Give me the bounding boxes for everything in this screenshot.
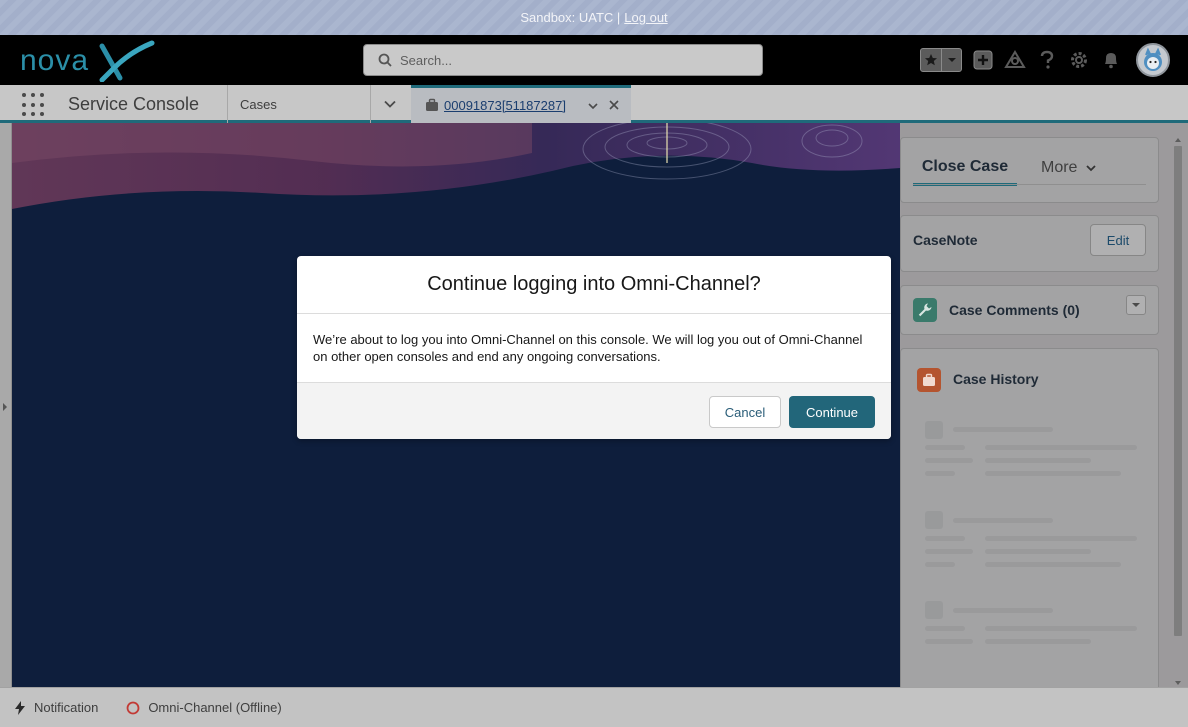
case-history-title: Case History — [953, 371, 1039, 387]
modal-footer: Cancel Continue — [297, 382, 891, 439]
bell-icon[interactable] — [1100, 49, 1122, 71]
tabs-divider — [913, 184, 1146, 185]
expand-arrow-icon[interactable] — [3, 403, 7, 411]
plus-icon[interactable] — [972, 49, 994, 71]
lightning-icon — [15, 700, 25, 715]
scrollbar-thumb[interactable] — [1174, 146, 1182, 636]
favorites-group — [920, 48, 962, 72]
modal-message: We’re about to log you into Omni-Channel… — [313, 332, 863, 364]
continue-button[interactable]: Continue — [789, 396, 875, 428]
cancel-button[interactable]: Cancel — [709, 396, 781, 428]
nav-divider — [370, 85, 371, 123]
omni-channel-label: Omni-Channel (Offline) — [148, 700, 282, 715]
logout-link[interactable]: Log out — [624, 10, 667, 25]
modal-header: Continue logging into Omni-Channel? — [297, 256, 891, 314]
svg-text:nova: nova — [20, 44, 89, 77]
left-collapse-strip[interactable] — [0, 123, 12, 687]
case-comments-card: Case Comments (0) — [900, 285, 1159, 335]
casenote-card: CaseNote Edit — [900, 215, 1159, 272]
chevron-down-icon[interactable] — [587, 99, 599, 117]
chevron-down-icon — [1086, 165, 1097, 172]
sandbox-label: Sandbox: UATC | — [520, 10, 621, 25]
tab-close-case[interactable]: Close Case — [913, 158, 1017, 186]
close-case-tabs-card: Close Case More — [900, 137, 1159, 203]
notification-label: Notification — [34, 700, 99, 715]
chevron-down-icon[interactable] — [383, 97, 397, 116]
panel-scrollbar[interactable] — [1172, 138, 1184, 685]
trailhead-icon[interactable] — [1004, 49, 1026, 71]
omni-channel-modal: Continue logging into Omni-Channel? We’r… — [297, 256, 891, 439]
global-header: nova Search... — [0, 35, 1188, 85]
offline-status-icon — [126, 701, 140, 714]
utility-notification[interactable]: Notification — [14, 700, 98, 715]
header-icons — [920, 43, 1170, 77]
tab-case-label[interactable]: 00091873[51187287] — [444, 98, 566, 113]
scroll-up-icon[interactable] — [1175, 138, 1181, 142]
app-launcher-icon[interactable] — [22, 93, 46, 117]
tab-case[interactable]: 00091873[51187287] — [411, 85, 631, 123]
app-name: Service Console — [68, 94, 200, 114]
close-icon[interactable] — [608, 98, 620, 116]
help-icon[interactable] — [1036, 49, 1058, 71]
nav-divider — [227, 85, 228, 123]
sandbox-bar: Sandbox: UATC | Log out — [0, 0, 1188, 35]
nav-item-cases[interactable]: Cases — [240, 97, 277, 112]
edit-button[interactable]: Edit — [1090, 224, 1146, 256]
casenote-title: CaseNote — [913, 232, 978, 248]
search-icon — [378, 53, 392, 67]
modal-title: Continue logging into Omni-Channel? — [427, 273, 761, 295]
case-comments-title: Case Comments (0) — [949, 302, 1080, 318]
star-icon[interactable] — [921, 49, 941, 71]
search-placeholder: Search... — [400, 52, 453, 68]
case-history-card: Case History — [900, 348, 1159, 693]
briefcase-icon — [425, 98, 439, 117]
novax-logo[interactable]: nova — [18, 38, 158, 83]
briefcase-icon — [917, 368, 941, 392]
tab-more[interactable]: More — [1041, 159, 1097, 177]
chevron-down-icon[interactable] — [941, 49, 961, 71]
utility-omni-channel[interactable]: Omni-Channel (Offline) — [126, 700, 282, 715]
modal-body: We’re about to log you into Omni-Channel… — [297, 314, 891, 382]
global-search[interactable]: Search... — [363, 44, 763, 76]
scroll-down-icon[interactable] — [1175, 681, 1181, 685]
gear-icon[interactable] — [1068, 49, 1090, 71]
navigation-bar: Service Console Cases 00091873[51187287] — [0, 85, 1188, 123]
chevron-down-icon[interactable] — [1126, 295, 1146, 315]
utility-bar: Notification Omni-Channel (Offline) — [0, 687, 1188, 727]
wrench-icon — [913, 298, 937, 322]
avatar[interactable] — [1136, 43, 1170, 77]
tab-more-label: More — [1041, 159, 1078, 176]
